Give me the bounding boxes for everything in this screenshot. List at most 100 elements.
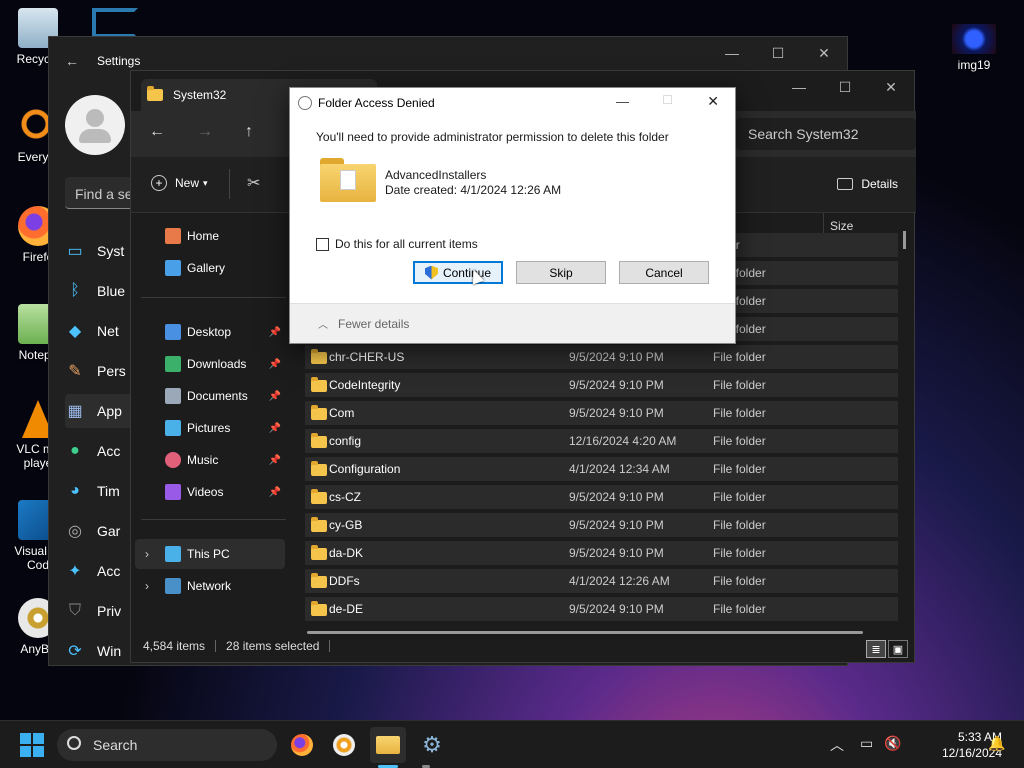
desktop-icon-img19[interactable]: img19: [942, 24, 1006, 72]
pin-icon[interactable]: 📌: [269, 423, 281, 434]
gallery-icon: [165, 260, 181, 276]
divider: [329, 640, 331, 652]
table-row[interactable]: CodeIntegrity 9/5/2024 9:10 PM File folder: [305, 373, 898, 397]
taskbar-search[interactable]: Search: [57, 729, 277, 761]
fewer-details-toggle[interactable]: ︿ Fewer details: [318, 316, 409, 332]
cut-icon[interactable]: ✂: [247, 173, 260, 193]
notification-bell-icon[interactable]: 🔔: [988, 735, 1005, 752]
chevron-right-icon[interactable]: ›: [145, 579, 149, 593]
back-arrow-icon[interactable]: ←: [149, 123, 165, 141]
folder-icon: [311, 433, 327, 448]
divider: [215, 640, 217, 652]
start-button[interactable]: [20, 733, 44, 757]
back-arrow-icon[interactable]: ←: [65, 53, 79, 69]
nav-item-videos[interactable]: Videos 📌: [135, 477, 285, 507]
close-button[interactable]: ✕: [801, 37, 847, 69]
update-icon: ⟳: [68, 643, 82, 660]
pin-icon[interactable]: 📌: [269, 455, 281, 466]
folder-icon: [311, 461, 327, 476]
minimize-button[interactable]: —: [776, 71, 822, 103]
monitor-icon: ▭: [67, 243, 83, 260]
continue-button[interactable]: Continue: [413, 261, 503, 284]
chevron-right-icon[interactable]: ›: [145, 547, 149, 561]
details-view-icon[interactable]: ≣: [866, 640, 886, 658]
plus-icon: +: [151, 175, 167, 191]
table-row[interactable]: DDFs 4/1/2024 12:26 AM File folder: [305, 569, 898, 593]
chevron-up-icon[interactable]: ︿: [830, 735, 844, 755]
app-shortcut-icon[interactable]: [92, 8, 138, 38]
table-row[interactable]: Configuration 4/1/2024 12:34 AM File folde…: [305, 457, 898, 481]
gamepad-icon: ◎: [68, 523, 82, 540]
table-row[interactable]: chr-CHER-US 9/5/2024 9:10 PM File folder: [305, 345, 898, 369]
forward-arrow-icon[interactable]: →: [197, 123, 213, 141]
details-pane-icon: [837, 178, 854, 190]
folder-icon: [311, 489, 327, 504]
scrollbar-thumb[interactable]: [903, 231, 906, 249]
document-icon: [165, 388, 181, 404]
taskbar-app[interactable]: [326, 727, 362, 763]
new-button[interactable]: + New ▾: [151, 175, 208, 191]
maximize-button[interactable]: ☐: [822, 71, 868, 103]
close-button[interactable]: ✕: [868, 71, 914, 103]
taskbar: Search ⚙ ︿ ▭ 🔇 5:33 AM 12/16/2024 🔔: [0, 720, 1024, 768]
nav-item-pictures[interactable]: Pictures 📌: [135, 413, 285, 443]
nav-item-downloads[interactable]: Downloads 📌: [135, 349, 285, 379]
nav-item-desktop[interactable]: Desktop 📌: [135, 317, 285, 347]
details-button[interactable]: Details: [837, 177, 898, 191]
pin-icon[interactable]: 📌: [269, 391, 281, 402]
nav-item-network[interactable]: › Network: [135, 571, 285, 601]
volume-muted-icon[interactable]: 🔇: [884, 735, 901, 752]
status-bar: 4,584 items 28 items selected: [143, 634, 331, 658]
wifi-icon: ◆: [68, 323, 82, 340]
table-row[interactable]: config 12/16/2024 4:20 AM File folder: [305, 429, 898, 453]
cancel-button[interactable]: Cancel: [619, 261, 709, 284]
minimize-button[interactable]: —: [709, 37, 755, 69]
nav-item-this-pc[interactable]: › This PC: [135, 539, 285, 569]
settings-title: Settings: [97, 54, 141, 68]
navigation-pane: Home Gallery Desktop 📌 Downloads 📌 Documen…: [131, 213, 291, 633]
view-toggle: ≣ ▣: [866, 640, 908, 658]
pictures-icon: [165, 420, 181, 436]
table-row[interactable]: Com 9/5/2024 9:10 PM File folder: [305, 401, 898, 425]
tiles-view-icon[interactable]: ▣: [888, 640, 908, 658]
globe-icon: ◕: [70, 482, 80, 499]
nav-item-music[interactable]: Music 📌: [135, 445, 285, 475]
search-input[interactable]: Search System32: [736, 118, 916, 150]
horizontal-scrollbar[interactable]: [307, 631, 863, 634]
minimize-button[interactable]: —: [616, 94, 629, 109]
pin-icon[interactable]: 📌: [269, 359, 281, 370]
pin-icon[interactable]: 📌: [269, 487, 281, 498]
avatar: [65, 95, 125, 155]
table-row[interactable]: da-DK 9/5/2024 9:10 PM File folder: [305, 541, 898, 565]
taskbar-firefox[interactable]: [284, 727, 320, 763]
pin-icon[interactable]: 📌: [269, 327, 281, 338]
skip-button[interactable]: Skip: [516, 261, 606, 284]
image-thumbnail-icon: [952, 24, 996, 54]
folder-date: Date created: 4/1/2024 12:26 AM: [385, 183, 562, 197]
table-row[interactable]: de-DE 9/5/2024 9:10 PM File folder: [305, 597, 898, 621]
nav-item-gallery[interactable]: Gallery: [135, 253, 285, 283]
folder-icon: [311, 601, 327, 616]
folder-icon: [311, 573, 327, 588]
folder-access-denied-dialog: Folder Access Denied — ☐ ✕ You'll need t…: [289, 87, 736, 344]
table-row[interactable]: cy-GB 9/5/2024 9:10 PM File folder: [305, 513, 898, 537]
bluetooth-icon: ᛒ: [70, 282, 80, 299]
taskbar-file-explorer[interactable]: [370, 727, 406, 763]
nav-item-home[interactable]: Home: [135, 221, 285, 251]
search-icon: [67, 736, 81, 750]
close-button[interactable]: ✕: [707, 93, 719, 110]
table-row[interactable]: cs-CZ 9/5/2024 9:10 PM File folder: [305, 485, 898, 509]
taskbar-settings[interactable]: ⚙: [414, 727, 450, 763]
apply-all-checkbox[interactable]: Do this for all current items: [316, 237, 478, 251]
computer-icon: [165, 546, 181, 562]
maximize-button[interactable]: ☐: [755, 37, 801, 69]
folder-icon: [376, 736, 400, 754]
nav-item-documents[interactable]: Documents 📌: [135, 381, 285, 411]
checkbox[interactable]: [316, 237, 329, 251]
divider: [141, 297, 286, 298]
brush-icon: ✎: [68, 363, 82, 380]
network-icon[interactable]: ▭: [860, 735, 873, 752]
folder-name: AdvancedInstallers: [385, 168, 487, 182]
up-arrow-icon[interactable]: ↑: [245, 123, 253, 141]
divider: [141, 519, 286, 520]
